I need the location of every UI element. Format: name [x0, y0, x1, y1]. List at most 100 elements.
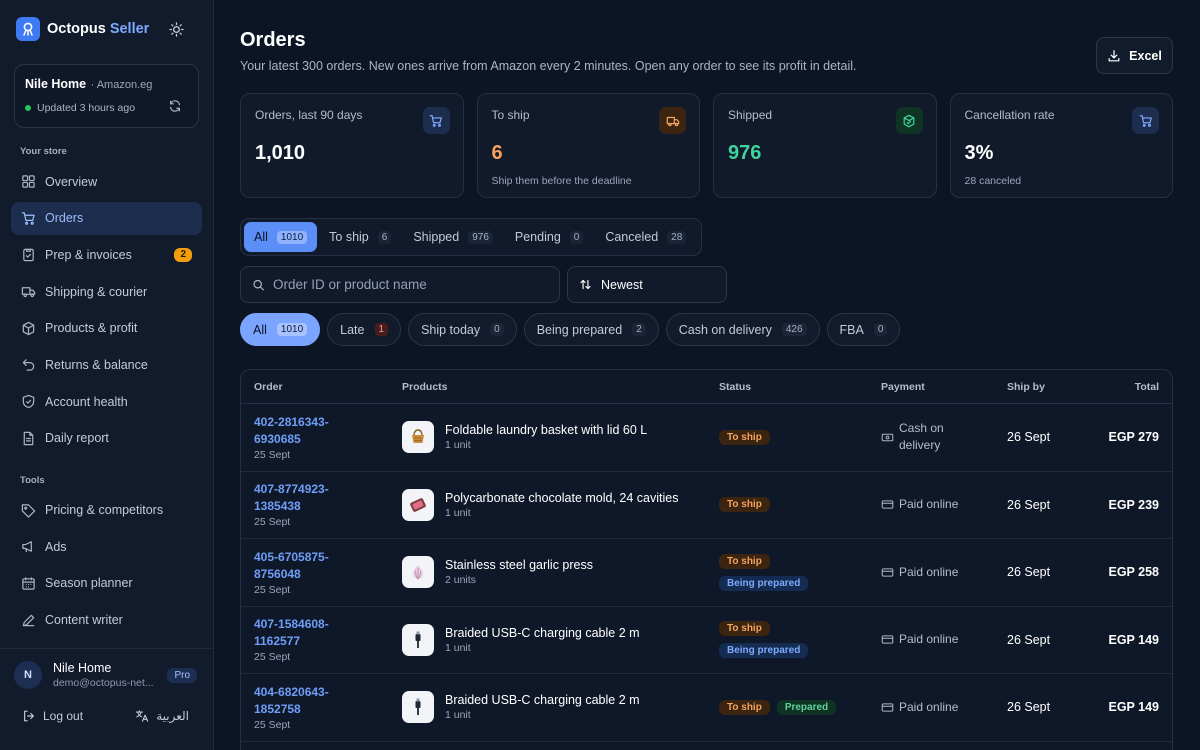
order-cell: 405-6705875- 8756048 25 Sept — [254, 549, 402, 596]
stats-row: Orders, last 90 days 1,010 To ship 6 Shi… — [240, 93, 1173, 198]
octopus-logo-icon — [16, 17, 40, 41]
order-id-link[interactable]: 402-2816343- 6930685 — [254, 414, 402, 448]
column-header-ship-by[interactable]: Ship by — [1007, 381, 1087, 393]
table-row[interactable]: 402-2816343- 6930685 25 Sept Foldable lau… — [241, 404, 1172, 472]
chip-count: 1010 — [276, 323, 308, 336]
table-row[interactable]: 407-8774923- 1385438 25 Sept Polycarbonat… — [241, 472, 1172, 539]
order-id-part: 8756048 — [254, 566, 301, 581]
tab-to-ship[interactable]: To ship 6 — [319, 222, 401, 252]
order-id-link[interactable]: 407-1584608- 1162577 — [254, 616, 402, 650]
table-row[interactable]: 405-6705875- 8756048 25 Sept Stainless st… — [241, 539, 1172, 607]
tab-count: 1010 — [276, 230, 308, 244]
sidebar-item-ads[interactable]: Ads — [11, 530, 202, 563]
plan-badge: Pro — [167, 667, 197, 683]
ship-by-date: 26 Sept — [1007, 700, 1051, 715]
section-label-tools: Tools — [20, 474, 45, 486]
sidebar-item-content-writer[interactable]: Content writer — [11, 604, 202, 637]
sidebar-item-overview[interactable]: Overview — [11, 165, 202, 198]
column-header-order[interactable]: Order — [254, 381, 402, 393]
sidebar-footer: N Nile Home demo@octopus-net... Pro Log … — [0, 648, 213, 750]
order-id-link[interactable]: 404-6820643- 1852758 — [254, 684, 402, 718]
status-badge: To ship — [719, 699, 770, 715]
sidebar: Octopus Seller Nile Home · Amazon.eg Upd… — [0, 0, 214, 750]
payment-method: Paid online — [899, 632, 959, 647]
truck-icon — [21, 287, 36, 298]
download-icon — [1108, 49, 1120, 61]
sidebar-item-account-health[interactable]: Account health — [11, 385, 202, 418]
order-date: 25 Sept — [254, 651, 291, 664]
card-icon — [881, 633, 899, 646]
product-cell: Foldable laundry basket with lid 60 L 1 … — [402, 421, 719, 454]
order-date: 25 Sept — [254, 448, 291, 461]
chip-being-prepared[interactable]: Being prepared 2 — [523, 313, 659, 346]
sidebar-item-daily-report[interactable]: Daily report — [11, 422, 202, 455]
sidebar-item-shipping[interactable]: Shipping & courier — [11, 275, 202, 308]
chip-fba[interactable]: FBA 0 — [826, 313, 901, 346]
tab-count: 0 — [569, 230, 584, 244]
sidebar-item-orders[interactable]: Orders — [11, 201, 202, 235]
order-id-link[interactable]: 407-8774923- 1385438 — [254, 481, 402, 515]
column-header-payment[interactable]: Payment — [881, 381, 1007, 393]
chip-late[interactable]: Late 1 — [327, 313, 402, 346]
theme-toggle-button[interactable] — [165, 18, 187, 40]
tab-all[interactable]: All 1010 — [244, 222, 318, 252]
order-id-link[interactable]: 405-6705875- 8756048 — [254, 549, 402, 583]
stat-value: 1,010 — [255, 142, 306, 164]
sidebar-item-returns[interactable]: Returns & balance — [11, 348, 202, 381]
sidebar-item-season-planner[interactable]: Season planner — [11, 567, 202, 600]
tab-canceled[interactable]: Canceled 28 — [595, 222, 696, 252]
search-input[interactable] — [273, 277, 548, 292]
calendar-icon — [22, 577, 35, 590]
product-info: Braided USB-C charging cable 2 m 1 unit — [445, 626, 640, 654]
chip-label: FBA — [839, 322, 864, 337]
product-info: Braided USB-C charging cable 2 m 1 unit — [445, 693, 640, 721]
stat-label: To ship — [491, 108, 530, 122]
chip-count: 426 — [781, 323, 807, 336]
sidebar-item-products[interactable]: Products & profit — [11, 312, 202, 345]
filter-chips: All 1010 Late 1 Ship today 0 Being prepared… — [240, 313, 1173, 346]
payment-cell: Cash on delivery — [881, 420, 1007, 454]
status-badges: To ship Prepared — [719, 699, 881, 715]
tab-pending[interactable]: Pending 0 — [505, 222, 593, 252]
card-icon — [881, 701, 899, 714]
cart-icon — [422, 107, 450, 134]
order-total: EGP 258 — [1108, 565, 1159, 580]
ship-by-date: 26 Sept — [1007, 430, 1051, 445]
stat-value: 976 — [728, 142, 762, 164]
sidebar-item-pricing[interactable]: Pricing & competitors — [11, 494, 202, 527]
chip-ship-today[interactable]: Ship today 0 — [408, 313, 517, 346]
pen-icon — [22, 614, 35, 626]
sidebar-item-prep-invoices[interactable]: Prep & invoices 2 — [11, 238, 202, 271]
user-row[interactable]: N Nile Home demo@octopus-net... Pro — [14, 661, 199, 689]
product-name: Braided USB-C charging cable 2 m — [445, 693, 640, 708]
sort-dropdown[interactable]: Newest — [567, 266, 727, 303]
column-header-status[interactable]: Status — [719, 381, 881, 393]
chip-cash-on-delivery[interactable]: Cash on delivery 426 — [665, 313, 820, 346]
logout-button[interactable]: Log out — [22, 709, 83, 723]
section-label-store: Your store — [20, 146, 67, 157]
table-row[interactable]: 407-1584608- 1162577 25 Sept Braided USB-… — [241, 607, 1172, 674]
status-badge: To ship — [719, 429, 770, 445]
table-row[interactable]: 404-6820643- 1852758 25 Sept Braided USB-… — [241, 674, 1172, 742]
status-badge: Being prepared — [719, 575, 809, 591]
sidebar-item-label: Overview — [45, 174, 98, 189]
refresh-button[interactable] — [168, 99, 184, 115]
product-quantity: 1 unit — [445, 439, 471, 452]
chip-all[interactable]: All 1010 — [240, 313, 321, 346]
prep-count-badge: 2 — [174, 247, 192, 262]
product-quantity: 1 unit — [445, 641, 471, 654]
status-badge: To ship — [719, 621, 770, 637]
language-switch-button[interactable]: العربية — [135, 709, 189, 723]
export-excel-button[interactable]: Excel — [1096, 37, 1173, 74]
refresh-icon — [170, 100, 180, 112]
product-cell: Braided USB-C charging cable 2 m 1 unit — [402, 691, 719, 724]
user-email: demo@octopus-net... — [53, 677, 154, 689]
status-tabs: All 1010 To ship 6 Shipped 976 Pending 0 Can… — [240, 218, 703, 256]
store-card[interactable]: Nile Home · Amazon.eg Updated 3 hours ag… — [14, 64, 199, 128]
document-icon — [23, 431, 34, 446]
column-header-products[interactable]: Products — [402, 381, 719, 393]
main-content: Orders Your latest 300 orders. New ones … — [214, 0, 1200, 750]
column-header-total[interactable]: Total — [1087, 381, 1159, 393]
tab-shipped[interactable]: Shipped 976 — [403, 222, 503, 252]
basket-icon — [402, 421, 434, 454]
